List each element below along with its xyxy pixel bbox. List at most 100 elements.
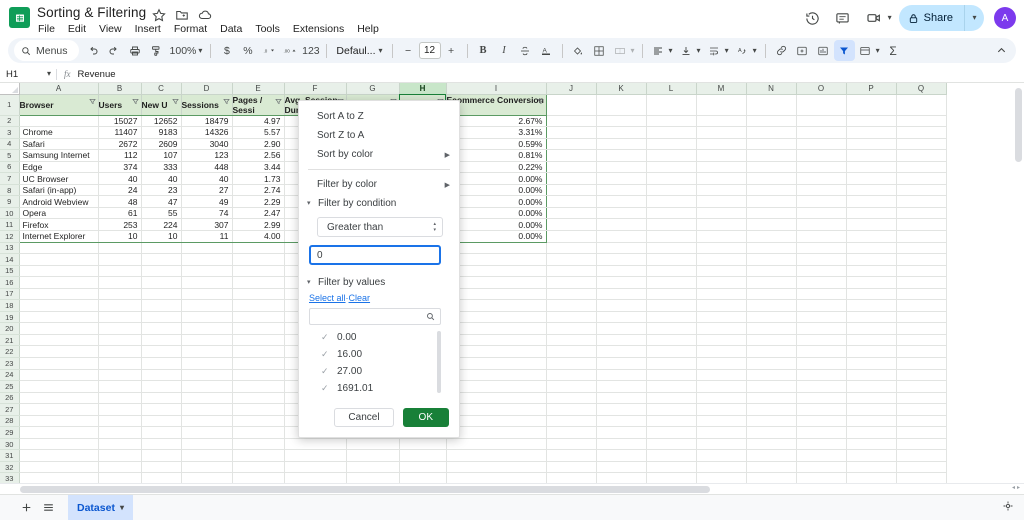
zoom-chevron-down-icon[interactable]: ▾: [198, 46, 202, 55]
scroll-left-icon[interactable]: ◂: [1012, 484, 1015, 491]
cell-E8[interactable]: 2.74: [232, 184, 285, 197]
cell-B18[interactable]: [98, 299, 142, 312]
cell-D16[interactable]: [181, 276, 233, 289]
cell-L23[interactable]: [646, 357, 697, 370]
cell-O29[interactable]: [796, 426, 847, 439]
cell-J6[interactable]: [546, 161, 597, 174]
cell-J9[interactable]: [546, 195, 597, 208]
cell-P32[interactable]: [846, 461, 897, 474]
column-header-n[interactable]: N: [746, 83, 797, 95]
cell-E6[interactable]: 3.44: [232, 161, 285, 174]
cell-L10[interactable]: [646, 207, 697, 220]
column-header-p[interactable]: P: [846, 83, 897, 95]
cell-E24[interactable]: [232, 369, 285, 382]
cell-K28[interactable]: [596, 415, 647, 428]
row-header-26[interactable]: 26: [0, 392, 20, 405]
cell-I7[interactable]: 0.00%: [446, 172, 547, 185]
cell-J18[interactable]: [546, 299, 597, 312]
cell-P12[interactable]: [846, 230, 897, 243]
cell-Q7[interactable]: [896, 172, 947, 185]
cell-K21[interactable]: [596, 334, 647, 347]
row-header-19[interactable]: 19: [0, 311, 20, 324]
cell-L21[interactable]: [646, 334, 697, 347]
column-header-q[interactable]: Q: [896, 83, 947, 95]
cell-O18[interactable]: [796, 299, 847, 312]
cell-P23[interactable]: [846, 357, 897, 370]
share-chevron-down-icon[interactable]: ▾: [964, 5, 984, 31]
cell-C18[interactable]: [141, 299, 182, 312]
cell-Q27[interactable]: [896, 403, 947, 416]
cell-A12[interactable]: Internet Explorer: [18, 230, 99, 243]
row-header-13[interactable]: 13: [0, 242, 20, 255]
filter-by-values-section[interactable]: ▾ Filter by values: [299, 273, 459, 291]
cell-B8[interactable]: 24: [98, 184, 142, 197]
cell-J8[interactable]: [546, 184, 597, 197]
cell-D28[interactable]: [181, 415, 233, 428]
cell-K22[interactable]: [596, 345, 647, 358]
cell-N15[interactable]: [746, 265, 797, 278]
row-header-21[interactable]: 21: [0, 334, 20, 347]
cell-N31[interactable]: [746, 449, 797, 462]
spreadsheet-grid[interactable]: A B C D E F G H I J K L M N O P Q 1 Browser Users New U Sessi…: [0, 83, 1024, 494]
italic-button[interactable]: I: [494, 40, 515, 61]
functions-chevron-down-icon[interactable]: ▾: [876, 46, 880, 55]
cell-L29[interactable]: [646, 426, 697, 439]
cell-D4[interactable]: 3040: [181, 138, 233, 151]
cell-K24[interactable]: [596, 369, 647, 382]
clear-link[interactable]: Clear: [349, 293, 371, 303]
cell-P16[interactable]: [846, 276, 897, 289]
cell-L31[interactable]: [646, 449, 697, 462]
cell-O22[interactable]: [796, 345, 847, 358]
print-icon[interactable]: [125, 40, 146, 61]
menu-view[interactable]: View: [98, 22, 123, 36]
cell-C13[interactable]: [141, 242, 182, 255]
sort-a-to-z-item[interactable]: Sort A to Z: [299, 107, 459, 126]
cell-D25[interactable]: [181, 380, 233, 393]
cell-C30[interactable]: [141, 438, 182, 451]
menu-edit[interactable]: Edit: [67, 22, 87, 36]
values-list-scrollbar[interactable]: [437, 331, 441, 393]
column-header-b[interactable]: B: [98, 83, 142, 95]
header-cell-D1[interactable]: Sessions: [181, 94, 233, 116]
share-button[interactable]: Share: [898, 5, 964, 31]
cell-Q5[interactable]: [896, 149, 947, 162]
cell-L11[interactable]: [646, 218, 697, 231]
row-header-17[interactable]: 17: [0, 288, 20, 301]
filter-by-condition-section[interactable]: ▾ Filter by condition: [299, 194, 459, 212]
cell-A17[interactable]: [19, 288, 99, 301]
add-sheet-icon[interactable]: [16, 498, 36, 518]
cell-Q10[interactable]: [896, 207, 947, 220]
menu-format[interactable]: Format: [173, 22, 208, 36]
column-header-o[interactable]: O: [796, 83, 847, 95]
cell-E29[interactable]: [232, 426, 285, 439]
cell-O26[interactable]: [796, 392, 847, 405]
cell-P6[interactable]: [846, 161, 897, 174]
cell-A16[interactable]: [19, 276, 99, 289]
cell-E10[interactable]: 2.47: [232, 207, 285, 220]
cell-J25[interactable]: [546, 380, 597, 393]
row-header-24[interactable]: 24: [0, 369, 20, 382]
cell-C31[interactable]: [141, 449, 182, 462]
cell-M29[interactable]: [696, 426, 747, 439]
cell-E11[interactable]: 2.99: [232, 218, 285, 231]
sort-z-to-a-item[interactable]: Sort Z to A: [299, 126, 459, 145]
column-header-i[interactable]: I: [446, 83, 547, 95]
cell-L24[interactable]: [646, 369, 697, 382]
cell-C14[interactable]: [141, 253, 182, 266]
cell-I16[interactable]: [446, 276, 547, 289]
cell-C11[interactable]: 224: [141, 218, 182, 231]
cell-D22[interactable]: [181, 345, 233, 358]
row-header-12[interactable]: 12: [0, 230, 20, 243]
cell-K13[interactable]: [596, 242, 647, 255]
header-cell-A1[interactable]: Browser: [18, 94, 99, 116]
cell-L3[interactable]: [646, 126, 697, 139]
meet-camera-icon[interactable]: [862, 6, 887, 31]
fill-color-icon[interactable]: [568, 40, 589, 61]
cell-L1[interactable]: [646, 94, 697, 116]
cell-N21[interactable]: [746, 334, 797, 347]
cell-N22[interactable]: [746, 345, 797, 358]
cell-C16[interactable]: [141, 276, 182, 289]
cell-E4[interactable]: 2.90: [232, 138, 285, 151]
cell-D24[interactable]: [181, 369, 233, 382]
cell-K10[interactable]: [596, 207, 647, 220]
